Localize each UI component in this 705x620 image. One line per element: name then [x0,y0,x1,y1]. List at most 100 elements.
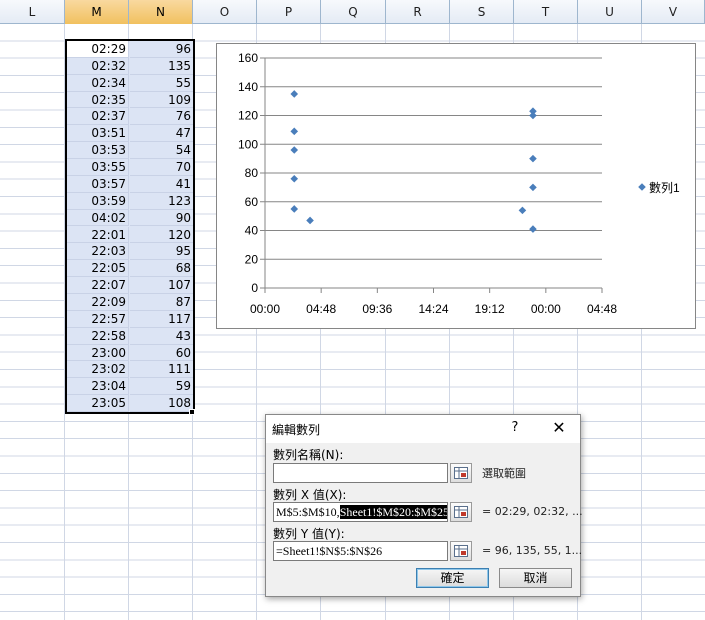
column-header-v[interactable]: V [642,0,705,24]
column-header-n[interactable]: N [129,0,193,24]
column-header-l[interactable]: L [0,0,65,24]
table-row: 02:35 109 [67,91,193,109]
time-cell[interactable]: 22:57 [67,310,129,328]
time-cell[interactable]: 04:02 [67,209,129,227]
table-row: 22:03 95 [67,243,193,261]
value-cell[interactable]: 96 [130,41,193,58]
table-row: 02:34 55 [67,74,193,92]
series-y-label: 數列 Y 值(Y): [273,527,345,541]
table-row: 03:55 70 [67,159,193,176]
time-cell[interactable]: 02:35 [67,91,129,109]
series-name-range-button[interactable] [450,463,472,483]
series-y-range-button[interactable] [450,541,472,561]
table-row: 22:07 107 [67,277,193,294]
time-cell[interactable]: 22:58 [67,327,129,345]
time-cell[interactable]: 03:55 [67,159,129,176]
series-name-input[interactable] [273,463,448,483]
series-x-input[interactable]: M$5:$M$10,Sheet1!$M$20:$M$25) [273,502,448,522]
x-tick-label: 00:00 [531,302,561,316]
fill-handle[interactable] [189,409,195,415]
table-row: 02:29 96 [67,41,193,58]
table-row: 22:05 68 [67,260,193,278]
value-cell[interactable]: 87 [130,294,193,311]
y-tick-label: 60 [245,195,259,209]
table-row: 22:57 117 [67,310,193,328]
close-button[interactable]: ✕ [550,418,568,437]
value-cell[interactable]: 55 [130,75,193,92]
column-header-p[interactable]: P [257,0,321,24]
value-cell[interactable]: 135 [130,58,193,75]
column-header-q[interactable]: Q [321,0,386,24]
column-header-r[interactable]: R [386,0,450,24]
time-cell[interactable]: 23:05 [67,395,129,412]
table-row: 23:04 59 [67,378,193,396]
scatter-chart[interactable]: 0 20 40 60 80 100 120 140 160 00:00 04:48 09:36 14:2… [216,43,696,329]
value-cell[interactable]: 111 [130,361,193,379]
value-cell[interactable]: 43 [130,328,193,345]
time-cell[interactable]: 03:59 [67,192,129,210]
time-cell[interactable]: 22:03 [67,243,129,261]
data-point [529,183,537,192]
value-cell[interactable]: 90 [130,210,193,227]
x-tick-label: 00:00 [250,302,280,316]
table-row: 22:58 43 [67,327,193,345]
time-cell[interactable]: 22:09 [67,293,129,311]
series-y-preview: = 96, 135, 55, 1... [482,544,583,557]
time-cell[interactable]: 02:29 [67,41,129,58]
ok-button[interactable]: 確定 [416,568,489,588]
series-y-input[interactable]: =Sheet1!$N$5:$N$26 [273,541,448,561]
y-tick-label: 40 [245,224,259,238]
time-cell[interactable]: 03:57 [67,175,129,193]
value-cell[interactable]: 76 [130,108,193,126]
time-cell[interactable]: 03:53 [67,142,129,160]
y-tick-label: 0 [251,281,258,295]
series-x-label: 數列 X 值(X): [273,488,347,502]
value-cell[interactable]: 117 [130,311,193,328]
table-row: 22:09 87 [67,293,193,311]
time-cell[interactable]: 23:02 [67,361,129,379]
value-cell[interactable]: 70 [130,159,193,176]
value-cell[interactable]: 59 [130,378,193,396]
data-point [290,174,299,183]
time-cell[interactable]: 02:37 [67,108,129,126]
data-point [518,206,527,215]
data-point [529,154,537,163]
legend-label: 數列1 [649,181,680,195]
series-name-preview: 選取範圍 [482,467,526,480]
column-header-m[interactable]: M [65,0,129,24]
value-cell[interactable]: 47 [130,125,193,143]
time-cell[interactable]: 02:34 [67,74,129,92]
column-header-u[interactable]: U [578,0,642,24]
column-header-s[interactable]: S [450,0,514,24]
value-cell[interactable]: 108 [130,395,193,412]
table-row: 23:05 108 [67,395,193,412]
column-header-bar: LMNOPQRSTUV [0,0,705,24]
help-button[interactable]: ? [508,420,522,435]
value-cell[interactable]: 95 [130,243,193,261]
time-cell[interactable]: 22:01 [67,226,129,244]
value-cell[interactable]: 109 [130,92,193,109]
time-cell[interactable]: 22:05 [67,260,129,278]
y-tick-label: 160 [238,51,258,65]
data-point [306,216,314,225]
value-cell[interactable]: 54 [130,142,193,160]
selected-data-range[interactable]: 02:29 96 02:32 135 02:34 55 02:35 109 02:37 76 03:… [65,39,195,414]
time-cell[interactable]: 02:32 [67,57,129,75]
value-cell[interactable]: 60 [130,345,193,362]
value-cell[interactable]: 123 [130,193,193,210]
value-cell[interactable]: 68 [130,260,193,278]
time-cell[interactable]: 23:00 [67,344,129,362]
data-point [290,146,299,154]
time-cell[interactable]: 03:51 [67,125,129,143]
table-row: 23:00 60 [67,344,193,362]
column-header-t[interactable]: T [514,0,578,24]
table-row: 03:53 54 [67,142,193,160]
value-cell[interactable]: 41 [130,176,193,193]
value-cell[interactable]: 120 [130,227,193,244]
time-cell[interactable]: 23:04 [67,378,129,396]
series-x-range-button[interactable] [450,502,472,522]
value-cell[interactable]: 107 [130,277,193,294]
cancel-button[interactable]: 取消 [499,568,572,588]
time-cell[interactable]: 22:07 [67,277,129,294]
column-header-o[interactable]: O [193,0,257,24]
